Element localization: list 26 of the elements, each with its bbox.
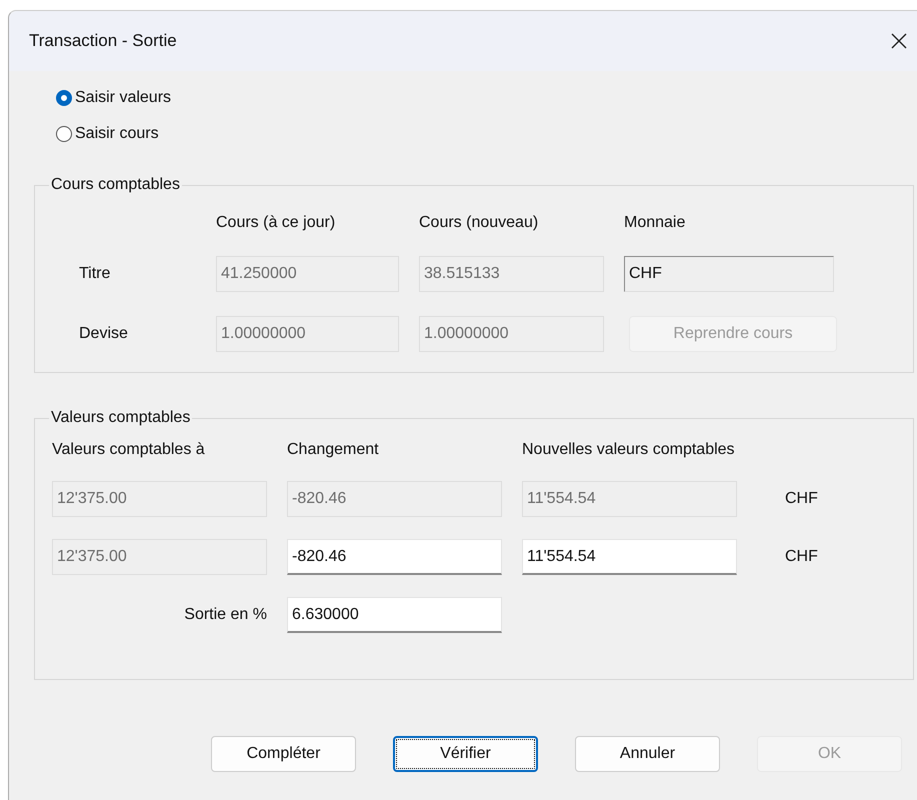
row-label: Titre (79, 265, 112, 283)
row-label: Devise (79, 325, 129, 343)
field-label: Sortie en % (183, 606, 267, 624)
close-icon[interactable] (891, 33, 907, 49)
dialog-button[interactable]: Annuler (575, 736, 720, 772)
radio-option[interactable]: Saisir cours (56, 125, 159, 143)
group-title: Cours comptables (49, 176, 182, 194)
radio-button[interactable] (56, 126, 72, 142)
input-field[interactable]: 6.630000 (287, 597, 502, 633)
dialog-button[interactable]: Vérifier (393, 736, 538, 772)
input-field[interactable]: -820.46 (287, 539, 502, 575)
currency-label: CHF (784, 490, 817, 508)
column-header: Valeurs comptables à (52, 441, 206, 459)
input-field[interactable]: CHF (624, 256, 834, 292)
column-header: Cours (à ce jour) (216, 214, 336, 232)
input-field[interactable]: 11'554.54 (522, 539, 737, 575)
currency-label: CHF (784, 548, 817, 566)
radio-button[interactable] (56, 90, 72, 106)
group-title: Valeurs comptables (49, 409, 192, 427)
column-header: Changement (287, 441, 380, 459)
column-header: Cours (nouveau) (419, 214, 540, 232)
column-header: Monnaie (624, 214, 686, 232)
radio-option[interactable]: Saisir valeurs (56, 89, 172, 107)
window-title: Transaction - Sortie (29, 31, 177, 51)
dialog-button[interactable]: Compléter (211, 736, 356, 772)
column-header: Nouvelles valeurs comptables (522, 441, 736, 459)
